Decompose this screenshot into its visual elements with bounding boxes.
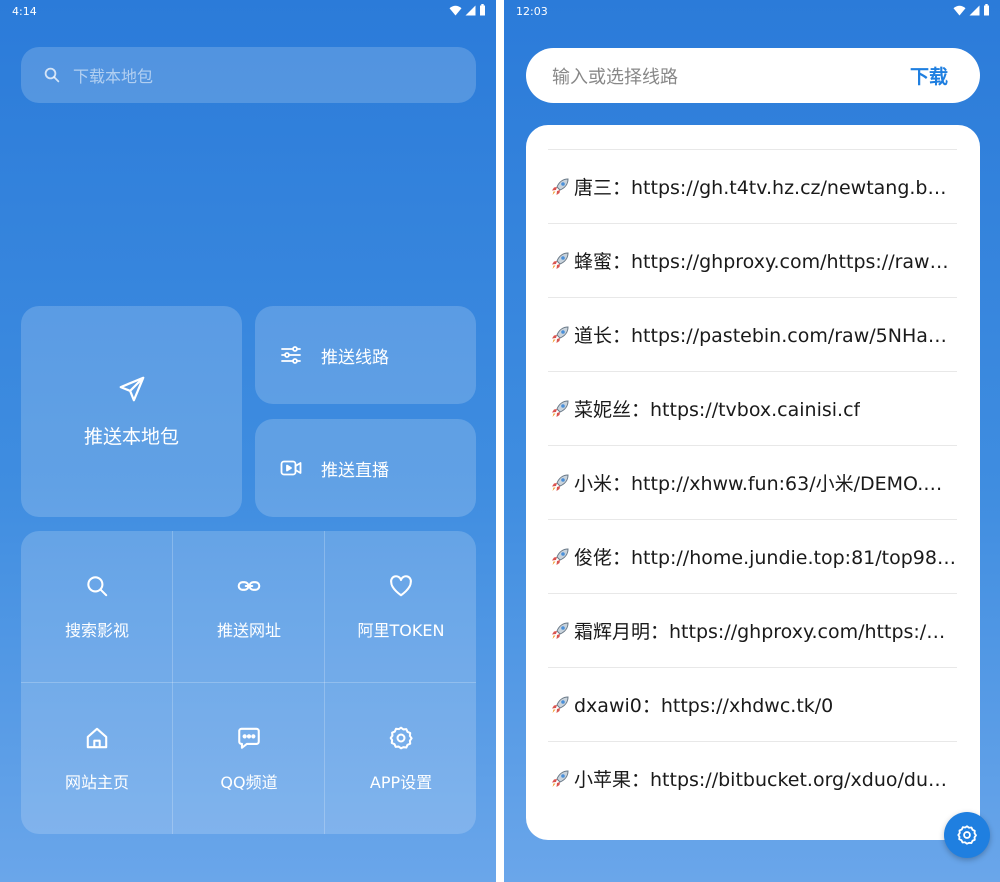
settings-fab[interactable] xyxy=(944,812,990,858)
battery-icon xyxy=(480,4,485,16)
signal-icon xyxy=(969,5,980,15)
route-list: 唐三：https://gh.t4tv.hz.cz/newtang.b… 蜂蜜：h… xyxy=(526,125,980,840)
push-url-button[interactable]: 推送网址 xyxy=(173,531,325,683)
push-live-button[interactable]: 推送直播 xyxy=(255,419,476,517)
route-input-bar: 输入或选择线路 下载 xyxy=(526,48,980,103)
list-item[interactable]: 蜂蜜：https://ghproxy.com/https://raw… xyxy=(548,223,957,297)
push-live-label: 推送直播 xyxy=(321,460,389,481)
website-home-label: 网站主页 xyxy=(64,773,129,792)
search-placeholder: 下载本地包 xyxy=(73,67,154,86)
list-item[interactable]: 道长：https://pastebin.com/raw/5NHa… xyxy=(548,297,957,371)
list-item[interactable]: 菜妮丝：https://tvbox.cainisi.cf xyxy=(548,371,957,445)
gear-icon xyxy=(389,726,413,750)
search-icon xyxy=(87,576,108,597)
ali-token-button[interactable]: 阿里TOKEN xyxy=(325,531,476,683)
push-local-package-button[interactable]: 推送本地包 xyxy=(21,306,242,517)
rocket-icon xyxy=(552,695,569,713)
chat-icon xyxy=(238,727,260,749)
search-movies-button[interactable]: 搜索影视 xyxy=(21,531,173,683)
list-item[interactable]: 俊佬：http://home.jundie.top:81/top98… xyxy=(548,519,957,593)
website-home-button[interactable]: 网站主页 xyxy=(21,683,173,834)
rocket-icon xyxy=(552,769,569,787)
push-local-package-label: 推送本地包 xyxy=(83,426,179,448)
status-time: 4:14 xyxy=(12,5,37,18)
qq-channel-label: QQ频道 xyxy=(220,773,278,792)
heart-icon xyxy=(390,575,412,597)
rocket-icon xyxy=(552,251,569,269)
list-item[interactable]: 小苹果：https://bitbucket.org/xduo/du… xyxy=(548,741,957,815)
home-screen: 4:14 下载本地包 推送本地包 推送线路 推送直播 搜索影视 推送网址 阿里T… xyxy=(0,0,496,882)
search-icon xyxy=(44,67,60,83)
rocket-icon xyxy=(552,547,569,565)
list-item[interactable]: 唐三：https://gh.t4tv.hz.cz/newtang.b… xyxy=(548,149,957,223)
sliders-icon xyxy=(281,346,301,364)
home-icon xyxy=(86,727,108,749)
wifi-icon xyxy=(449,5,462,15)
push-route-label: 推送线路 xyxy=(321,347,389,368)
status-time: 12:03 xyxy=(516,5,548,18)
push-route-button[interactable]: 推送线路 xyxy=(255,306,476,404)
wifi-icon xyxy=(953,5,966,15)
download-button[interactable]: 下载 xyxy=(910,62,948,89)
feature-grid: 搜索影视 推送网址 阿里TOKEN 网站主页 QQ频道 APP设置 xyxy=(21,531,476,834)
rocket-icon xyxy=(552,621,569,639)
rocket-icon xyxy=(552,473,569,491)
battery-icon xyxy=(984,4,989,16)
video-icon xyxy=(280,460,302,476)
rocket-icon xyxy=(552,399,569,417)
rocket-icon xyxy=(552,177,569,195)
list-item[interactable]: 霜辉月明：https://ghproxy.com/https:/… xyxy=(548,593,957,667)
list-item[interactable]: 小米：http://xhww.fun:63/小米/DEMO.… xyxy=(548,445,957,519)
rocket-icon xyxy=(552,325,569,343)
status-bar: 4:14 xyxy=(0,0,496,22)
qq-channel-button[interactable]: QQ频道 xyxy=(173,683,325,834)
search-movies-label: 搜索影视 xyxy=(64,621,129,640)
gear-icon xyxy=(957,825,977,845)
app-settings-button[interactable]: APP设置 xyxy=(325,683,476,834)
app-settings-label: APP设置 xyxy=(369,773,433,792)
ali-token-label: 阿里TOKEN xyxy=(357,621,445,640)
signal-icon xyxy=(465,5,476,15)
push-url-label: 推送网址 xyxy=(216,621,281,640)
list-item[interactable]: dxawi0：https://xhdwc.tk/0 xyxy=(548,667,957,741)
route-screen: 12:03 输入或选择线路 下载 唐三：https://gh.t4tv.hz.c… xyxy=(504,0,1000,882)
status-bar: 12:03 xyxy=(504,0,1000,22)
link-icon xyxy=(237,581,261,591)
search-bar[interactable]: 下载本地包 xyxy=(21,47,476,103)
send-icon xyxy=(119,376,144,402)
route-input[interactable]: 输入或选择线路 xyxy=(552,63,678,89)
